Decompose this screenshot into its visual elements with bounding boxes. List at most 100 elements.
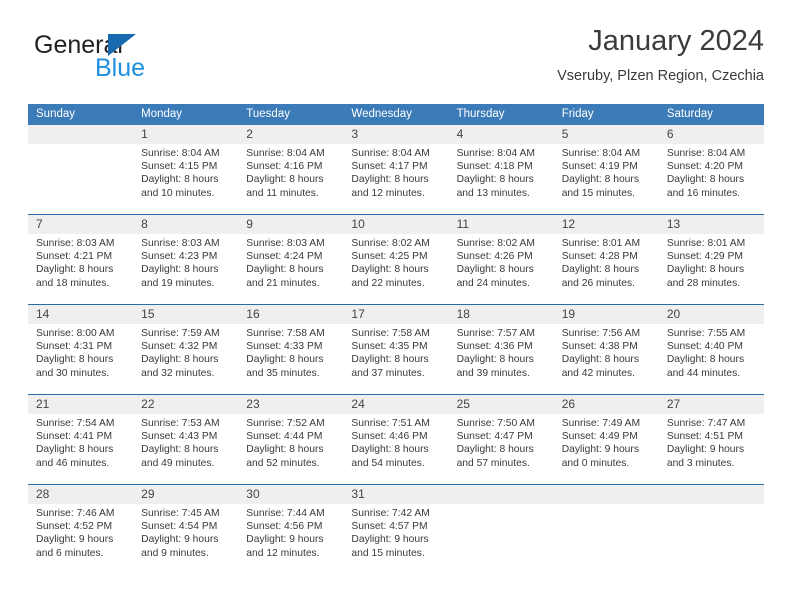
day-number: 23 — [238, 395, 344, 414]
daylight-text-line1: Daylight: 8 hours — [456, 174, 534, 186]
day-info: Sunrise: 8:00 AM Sunset: 4:31 PM Dayligh… — [28, 324, 133, 380]
day-cell[interactable]: 21 Sunrise: 7:54 AM Sunset: 4:41 PM Dayl… — [28, 395, 134, 484]
day-cell[interactable]: 7 Sunrise: 8:03 AM Sunset: 4:21 PM Dayli… — [28, 215, 134, 304]
day-info: Sunrise: 8:04 AM Sunset: 4:15 PM Dayligh… — [133, 144, 238, 200]
day-cell[interactable]: 8 Sunrise: 8:03 AM Sunset: 4:23 PM Dayli… — [133, 215, 239, 304]
sunset-text: Sunset: 4:35 PM — [351, 341, 428, 353]
day-cell[interactable]: 27 Sunrise: 7:47 AM Sunset: 4:51 PM Dayl… — [658, 395, 764, 484]
sunrise-text: Sunrise: 7:54 AM — [36, 418, 115, 429]
day-cell[interactable]: 26 Sunrise: 7:49 AM Sunset: 4:49 PM Dayl… — [553, 395, 659, 484]
daylight-text-line1: Daylight: 8 hours — [141, 264, 219, 276]
daylight-text-line1: Daylight: 8 hours — [666, 174, 745, 186]
sunrise-text: Sunrise: 7:52 AM — [246, 418, 325, 429]
day-cell[interactable]: 29 Sunrise: 7:45 AM Sunset: 4:54 PM Dayl… — [133, 485, 239, 575]
day-cell[interactable]: 2 Sunrise: 8:04 AM Sunset: 4:16 PM Dayli… — [238, 125, 344, 214]
week-row: 7 Sunrise: 8:03 AM Sunset: 4:21 PM Dayli… — [28, 215, 764, 305]
day-number — [448, 485, 554, 504]
day-info — [28, 144, 133, 147]
day-info: Sunrise: 8:04 AM Sunset: 4:16 PM Dayligh… — [238, 144, 343, 200]
daylight-text-line1: Daylight: 8 hours — [456, 354, 534, 366]
day-cell[interactable] — [553, 485, 659, 575]
daylight-text-line1: Daylight: 9 hours — [666, 444, 745, 456]
day-number: 28 — [28, 485, 134, 504]
day-number: 19 — [553, 305, 659, 324]
day-cell[interactable]: 3 Sunrise: 8:04 AM Sunset: 4:17 PM Dayli… — [343, 125, 449, 214]
day-info: Sunrise: 8:01 AM Sunset: 4:29 PM Dayligh… — [659, 234, 764, 290]
sunset-text: Sunset: 4:54 PM — [141, 521, 218, 533]
calendar-page: General Blue January 2024 Vseruby, Plzen… — [0, 0, 792, 612]
sunset-text: Sunset: 4:19 PM — [561, 161, 638, 173]
daylight-text-line1: Daylight: 9 hours — [561, 444, 639, 456]
day-info: Sunrise: 8:04 AM Sunset: 4:20 PM Dayligh… — [659, 144, 764, 200]
day-info: Sunrise: 8:04 AM Sunset: 4:18 PM Dayligh… — [449, 144, 554, 200]
day-cell[interactable]: 20 Sunrise: 7:55 AM Sunset: 4:40 PM Dayl… — [658, 305, 764, 394]
day-cell[interactable] — [28, 125, 134, 214]
title-block: January 2024 Vseruby, Plzen Region, Czec… — [557, 24, 764, 86]
general-blue-logo[interactable]: General Blue — [34, 32, 234, 88]
day-cell[interactable]: 23 Sunrise: 7:52 AM Sunset: 4:44 PM Dayl… — [238, 395, 344, 484]
day-info — [659, 504, 764, 507]
day-cell[interactable]: 19 Sunrise: 7:56 AM Sunset: 4:38 PM Dayl… — [553, 305, 659, 394]
day-cell[interactable]: 10 Sunrise: 8:02 AM Sunset: 4:25 PM Dayl… — [343, 215, 449, 304]
daylight-text-line1: Daylight: 9 hours — [246, 534, 324, 546]
day-cell[interactable]: 25 Sunrise: 7:50 AM Sunset: 4:47 PM Dayl… — [448, 395, 554, 484]
day-cell[interactable] — [658, 485, 764, 575]
daylight-text-line2: and 15 minutes. — [561, 187, 635, 199]
day-cell[interactable]: 30 Sunrise: 7:44 AM Sunset: 4:56 PM Dayl… — [238, 485, 344, 575]
day-cell[interactable]: 16 Sunrise: 7:58 AM Sunset: 4:33 PM Dayl… — [238, 305, 344, 394]
day-cell[interactable]: 11 Sunrise: 8:02 AM Sunset: 4:26 PM Dayl… — [448, 215, 554, 304]
day-cell[interactable]: 4 Sunrise: 8:04 AM Sunset: 4:18 PM Dayli… — [448, 125, 554, 214]
day-info: Sunrise: 8:03 AM Sunset: 4:21 PM Dayligh… — [28, 234, 133, 290]
day-info: Sunrise: 7:54 AM Sunset: 4:41 PM Dayligh… — [28, 414, 133, 470]
sunset-text: Sunset: 4:46 PM — [351, 431, 428, 443]
day-number: 12 — [553, 215, 659, 234]
day-number: 26 — [553, 395, 659, 414]
day-cell[interactable]: 18 Sunrise: 7:57 AM Sunset: 4:36 PM Dayl… — [448, 305, 554, 394]
day-cell[interactable]: 6 Sunrise: 8:04 AM Sunset: 4:20 PM Dayli… — [658, 125, 764, 214]
day-cell[interactable]: 22 Sunrise: 7:53 AM Sunset: 4:43 PM Dayl… — [133, 395, 239, 484]
day-cell[interactable]: 12 Sunrise: 8:01 AM Sunset: 4:28 PM Dayl… — [553, 215, 659, 304]
day-cell[interactable]: 13 Sunrise: 8:01 AM Sunset: 4:29 PM Dayl… — [658, 215, 764, 304]
day-number: 21 — [28, 395, 134, 414]
daylight-text-line2: and 35 minutes. — [246, 367, 320, 379]
day-cell[interactable]: 17 Sunrise: 7:58 AM Sunset: 4:35 PM Dayl… — [343, 305, 449, 394]
day-cell[interactable]: 24 Sunrise: 7:51 AM Sunset: 4:46 PM Dayl… — [343, 395, 449, 484]
day-number: 11 — [448, 215, 554, 234]
daylight-text-line1: Daylight: 8 hours — [36, 264, 114, 276]
daylight-text-line1: Daylight: 8 hours — [456, 444, 534, 456]
daylight-text-line1: Daylight: 8 hours — [666, 354, 745, 366]
day-number: 6 — [658, 125, 764, 144]
day-cell[interactable]: 28 Sunrise: 7:46 AM Sunset: 4:52 PM Dayl… — [28, 485, 134, 575]
day-cell[interactable]: 9 Sunrise: 8:03 AM Sunset: 4:24 PM Dayli… — [238, 215, 344, 304]
daylight-text-line2: and 37 minutes. — [351, 367, 425, 379]
day-number: 27 — [658, 395, 764, 414]
day-info: Sunrise: 8:03 AM Sunset: 4:24 PM Dayligh… — [238, 234, 343, 290]
sunrise-text: Sunrise: 8:02 AM — [351, 238, 430, 249]
day-cell[interactable]: 5 Sunrise: 8:04 AM Sunset: 4:19 PM Dayli… — [553, 125, 659, 214]
sunset-text: Sunset: 4:38 PM — [561, 341, 638, 353]
day-number: 13 — [658, 215, 764, 234]
daylight-text-line2: and 16 minutes. — [666, 187, 741, 199]
day-number: 4 — [448, 125, 554, 144]
day-cell[interactable] — [448, 485, 554, 575]
weekday-header-friday: Friday — [561, 108, 594, 120]
daylight-text-line2: and 0 minutes. — [561, 457, 630, 469]
week-row: 1 Sunrise: 8:04 AM Sunset: 4:15 PM Dayli… — [28, 125, 764, 215]
day-number: 14 — [28, 305, 134, 324]
day-cell[interactable]: 31 Sunrise: 7:42 AM Sunset: 4:57 PM Dayl… — [343, 485, 449, 575]
day-cell[interactable]: 1 Sunrise: 8:04 AM Sunset: 4:15 PM Dayli… — [133, 125, 239, 214]
daylight-text-line2: and 30 minutes. — [36, 367, 110, 379]
weekday-header-monday: Monday — [141, 108, 183, 120]
day-info: Sunrise: 7:45 AM Sunset: 4:54 PM Dayligh… — [133, 504, 238, 560]
day-info: Sunrise: 7:44 AM Sunset: 4:56 PM Dayligh… — [238, 504, 343, 560]
week-row: 21 Sunrise: 7:54 AM Sunset: 4:41 PM Dayl… — [28, 395, 764, 485]
day-cell[interactable]: 14 Sunrise: 8:00 AM Sunset: 4:31 PM Dayl… — [28, 305, 134, 394]
daylight-text-line1: Daylight: 8 hours — [36, 444, 114, 456]
day-number — [28, 125, 134, 144]
sunrise-text: Sunrise: 8:01 AM — [561, 238, 641, 249]
sunset-text: Sunset: 4:29 PM — [666, 251, 743, 263]
day-info: Sunrise: 7:56 AM Sunset: 4:38 PM Dayligh… — [554, 324, 659, 380]
day-cell[interactable]: 15 Sunrise: 7:59 AM Sunset: 4:32 PM Dayl… — [133, 305, 239, 394]
day-info: Sunrise: 7:42 AM Sunset: 4:57 PM Dayligh… — [343, 504, 448, 560]
daylight-text-line2: and 12 minutes. — [246, 547, 320, 559]
